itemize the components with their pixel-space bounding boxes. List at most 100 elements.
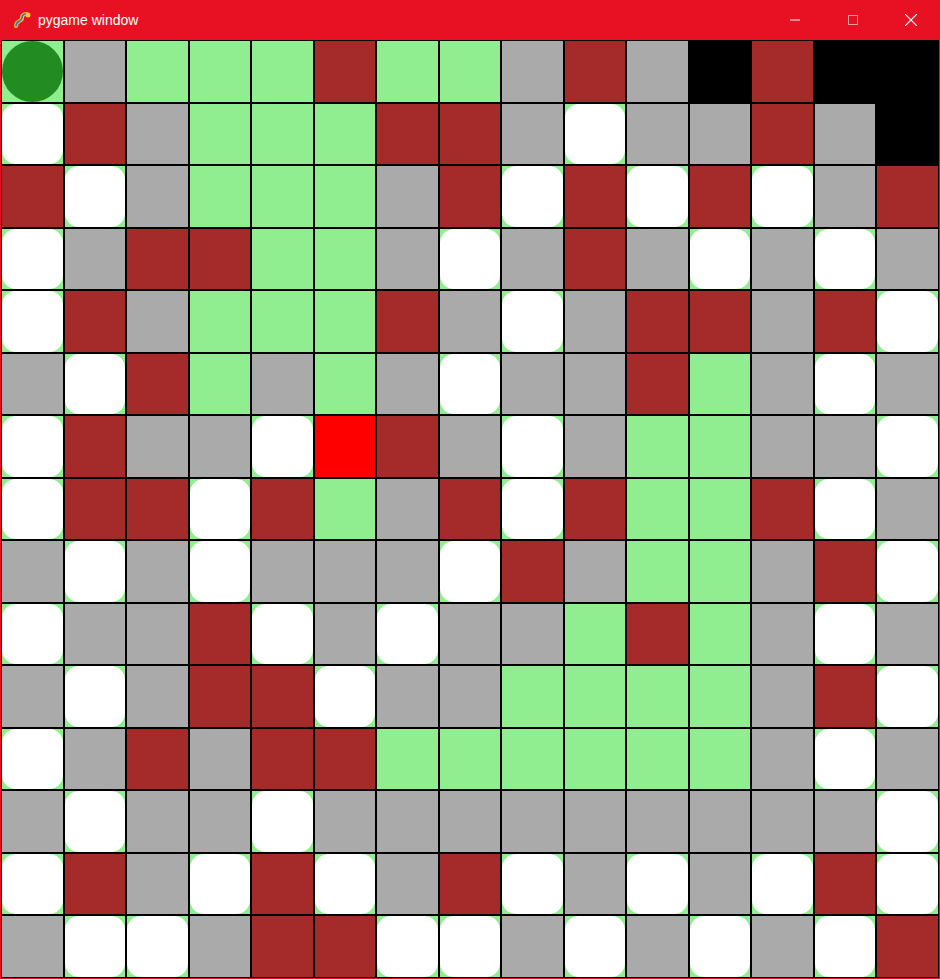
grid-cell-wall [190, 666, 251, 727]
grid-cell-free [377, 791, 438, 852]
hole-mark [502, 854, 563, 915]
grid-cell-hole [252, 416, 313, 477]
grid-cell-hole [815, 354, 876, 415]
hole-mark [377, 604, 438, 665]
grid-cell-wall [627, 604, 688, 665]
grid-cell-hole [315, 666, 376, 727]
grid-cell-hole [877, 416, 938, 477]
grid-cell-hole [2, 729, 63, 790]
close-button[interactable] [882, 0, 940, 40]
grid-cell-free [127, 291, 188, 352]
grid-cell-free [65, 729, 126, 790]
grid-cell-free [752, 291, 813, 352]
grid-cell-free [752, 916, 813, 977]
grid-cell-free [315, 541, 376, 602]
grid-cell-visited [252, 291, 313, 352]
grid-cell-visited [690, 729, 751, 790]
minimize-icon [790, 15, 800, 25]
grid-cell-free [502, 916, 563, 977]
grid-cell-hole [440, 229, 501, 290]
grid-cell-visited [627, 416, 688, 477]
grid-cell-wall [315, 41, 376, 102]
hole-mark [502, 416, 563, 477]
grid-cell-wall [815, 854, 876, 915]
grid-cell-free [127, 416, 188, 477]
grid-cell-free [377, 479, 438, 540]
hole-mark [65, 354, 126, 415]
grid-cell-hole [377, 604, 438, 665]
hole-mark [2, 479, 63, 540]
grid-cell-free [2, 541, 63, 602]
grid-cell-wall [440, 104, 501, 165]
grid-cell-hole [2, 104, 63, 165]
grid-cell-free [2, 354, 63, 415]
grid-cell-hole [502, 416, 563, 477]
maximize-button [824, 0, 882, 40]
grid-cell-hole [2, 854, 63, 915]
grid-cell-visited [565, 604, 626, 665]
grid-cell-visited [690, 354, 751, 415]
hole-mark [252, 604, 313, 665]
hole-mark [190, 479, 251, 540]
hole-mark [815, 916, 876, 977]
grid-cell-free [502, 791, 563, 852]
grid-cell-wall [815, 666, 876, 727]
grid-cell-visited [190, 354, 251, 415]
grid-cell-wall [127, 479, 188, 540]
hole-mark [502, 166, 563, 227]
grid-cell-free [127, 854, 188, 915]
grid-cell-hole [502, 291, 563, 352]
grid-cell-visited [315, 354, 376, 415]
grid-cell-free [565, 291, 626, 352]
hole-mark [252, 791, 313, 852]
grid-cell-free [127, 604, 188, 665]
title-bar: pygame window [0, 0, 940, 40]
grid-cell-visited [627, 666, 688, 727]
grid-cell-free [565, 791, 626, 852]
grid-cell-visited [690, 604, 751, 665]
grid-cell-wall [377, 291, 438, 352]
grid-cell-hole [65, 354, 126, 415]
grid-cell-free [440, 666, 501, 727]
hole-mark [2, 729, 63, 790]
grid-cell-free [565, 854, 626, 915]
grid-cell-free [127, 166, 188, 227]
hole-mark [565, 916, 626, 977]
grid-cell-hole [2, 229, 63, 290]
grid-cell-wall [252, 666, 313, 727]
grid-cell-wall [690, 166, 751, 227]
grid-cell-wall [127, 229, 188, 290]
grid-cell-visited [252, 41, 313, 102]
grid-cell-visited [315, 229, 376, 290]
grid-cell-hole [65, 791, 126, 852]
grid-cell-wall [65, 104, 126, 165]
grid-cell-free [877, 229, 938, 290]
grid-cell-wall [815, 291, 876, 352]
hole-mark [815, 354, 876, 415]
hole-mark [690, 229, 751, 290]
grid-cell-visited [190, 104, 251, 165]
grid-cell-free [877, 604, 938, 665]
hole-mark [627, 854, 688, 915]
grid-cell-hole [815, 916, 876, 977]
grid-cell-wall [627, 354, 688, 415]
grid-cell-visited [252, 229, 313, 290]
hole-mark [65, 791, 126, 852]
grid-cell-visited [190, 166, 251, 227]
grid-cell-hole [565, 916, 626, 977]
grid-cell-free [127, 666, 188, 727]
grid-cell-hole [440, 541, 501, 602]
grid-cell-wall [65, 479, 126, 540]
grid-cell-visited [690, 479, 751, 540]
grid-cell-hole [877, 854, 938, 915]
grid-cell-hole [2, 479, 63, 540]
grid-cell-hole [815, 729, 876, 790]
grid-cell-hole [877, 291, 938, 352]
grid-cell-hole [565, 104, 626, 165]
grid-cell-hole [65, 916, 126, 977]
grid-cell-free [377, 229, 438, 290]
grid-cell-free [502, 604, 563, 665]
hole-mark [440, 541, 501, 602]
minimize-button[interactable] [766, 0, 824, 40]
grid-cell-free [752, 729, 813, 790]
